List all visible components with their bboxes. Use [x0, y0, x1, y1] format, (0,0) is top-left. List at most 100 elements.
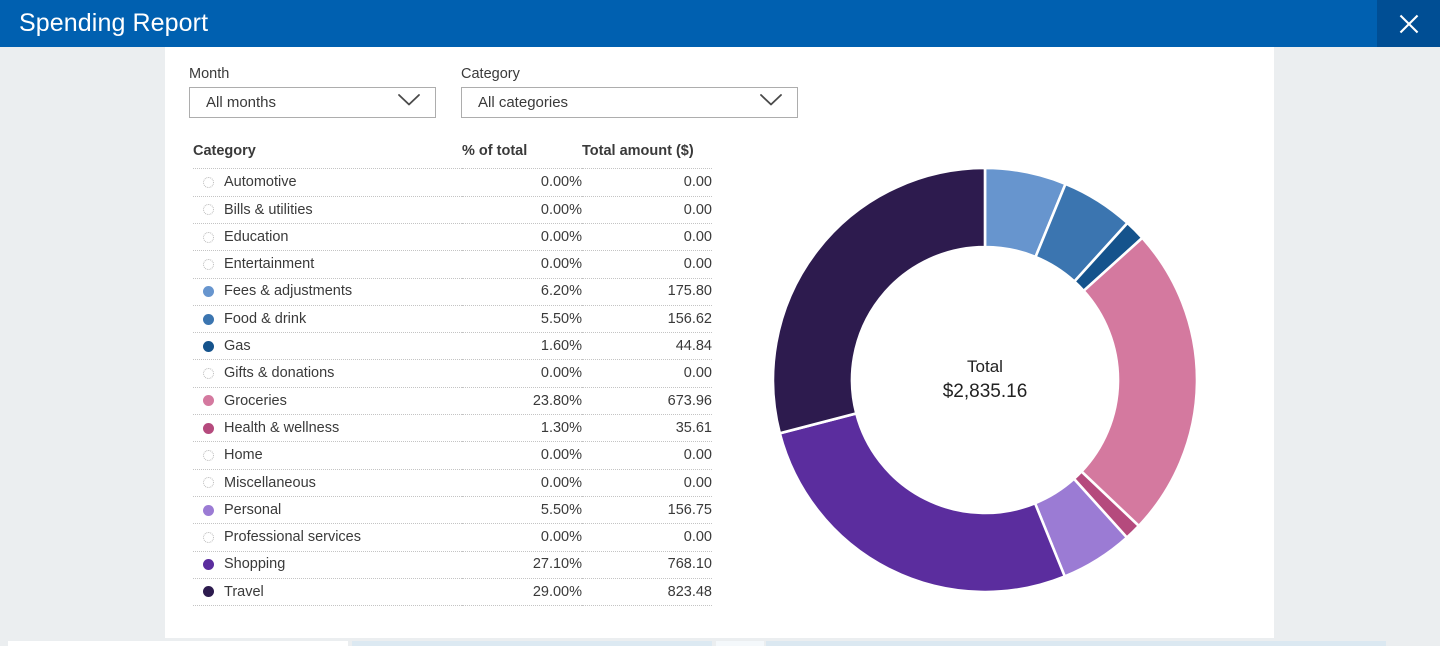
month-filter-label: Month — [189, 66, 230, 82]
close-icon — [1398, 13, 1420, 35]
cell-percent-of-total: 1.30% — [462, 414, 582, 443]
cell-category: Shopping — [193, 551, 462, 579]
table-row[interactable]: Miscellaneous 0.00% 0.00 — [193, 469, 712, 497]
category-color-swatch — [203, 258, 214, 270]
category-color-swatch — [203, 531, 214, 543]
bottom-strip-chip — [716, 641, 764, 646]
table-row[interactable]: Automotive 0.00% 0.00 — [193, 168, 712, 197]
bottom-strip-chip — [8, 641, 348, 646]
table-row[interactable]: Home 0.00% 0.00 — [193, 441, 712, 470]
chevron-down-icon — [759, 93, 783, 112]
cell-percent-of-total: 6.20% — [462, 278, 582, 306]
cell-category: Bills & utilities — [193, 196, 462, 224]
cell-percent-of-total: 23.80% — [462, 387, 582, 416]
cell-category: Automotive — [193, 168, 462, 197]
cell-percent-of-total: 0.00% — [462, 223, 582, 252]
spending-report-window: Spending Report Month All months Categor… — [0, 0, 1440, 646]
cell-category: Travel — [193, 578, 462, 607]
spending-table-body: Automotive 0.00% 0.00 Bills & utilities 0.00… — [193, 168, 712, 607]
donut-segment[interactable] — [1079, 236, 1199, 528]
category-label: Travel — [224, 583, 264, 600]
cell-total-amount: 0.00 — [582, 250, 712, 279]
category-label: Home — [224, 447, 263, 464]
month-select-value: All months — [206, 94, 277, 112]
category-color-swatch — [203, 422, 214, 434]
table-row[interactable]: Health & wellness 1.30% 35.61 — [193, 414, 712, 443]
month-select[interactable]: All months — [189, 87, 436, 119]
category-filter-group: Category All categories — [461, 66, 798, 119]
category-label: Bills & utilities — [224, 201, 313, 218]
cell-total-amount: 156.75 — [582, 496, 712, 525]
category-color-swatch — [203, 313, 214, 325]
cell-category: Gas — [193, 332, 462, 361]
cell-total-amount: 768.10 — [582, 551, 712, 579]
cell-category: Education — [193, 223, 462, 252]
cell-percent-of-total: 0.00% — [462, 469, 582, 497]
table-row[interactable]: Bills & utilities 0.00% 0.00 — [193, 196, 712, 224]
table-row[interactable]: Shopping 27.10% 768.10 — [193, 551, 712, 579]
category-color-swatch — [203, 177, 214, 189]
cell-total-amount: 823.48 — [582, 578, 712, 607]
table-row[interactable]: Professional services 0.00% 0.00 — [193, 523, 712, 552]
table-row[interactable]: Gas 1.60% 44.84 — [193, 332, 712, 361]
category-color-swatch — [203, 340, 214, 352]
header-category: Category — [193, 143, 256, 159]
table-row[interactable]: Groceries 23.80% 673.96 — [193, 387, 712, 416]
cell-percent-of-total: 0.00% — [462, 250, 582, 279]
category-label: Education — [224, 228, 289, 245]
cell-category: Fees & adjustments — [193, 278, 462, 306]
cell-category: Entertainment — [193, 250, 462, 279]
table-row[interactable]: Fees & adjustments 6.20% 175.80 — [193, 278, 712, 306]
cell-total-amount: 44.84 — [582, 332, 712, 361]
cell-category: Food & drink — [193, 305, 462, 334]
close-button[interactable] — [1377, 0, 1440, 47]
spending-table: Category % of total Total amount ($) Aut… — [193, 143, 712, 607]
table-row[interactable]: Education 0.00% 0.00 — [193, 223, 712, 252]
table-row[interactable]: Food & drink 5.50% 156.62 — [193, 305, 712, 334]
spending-donut-chart: Total $2,835.16 — [771, 166, 1199, 594]
category-label: Miscellaneous — [224, 474, 316, 491]
category-color-swatch — [203, 231, 214, 243]
cell-total-amount: 0.00 — [582, 168, 712, 197]
table-row[interactable]: Entertainment 0.00% 0.00 — [193, 250, 712, 279]
cell-total-amount: 156.62 — [582, 305, 712, 334]
category-label: Shopping — [224, 556, 286, 573]
spending-table-head: Category % of total Total amount ($) — [193, 143, 712, 169]
table-header-row: Category % of total Total amount ($) — [193, 143, 712, 169]
category-select[interactable]: All categories — [461, 87, 798, 119]
table-row[interactable]: Gifts & donations 0.00% 0.00 — [193, 359, 712, 388]
cell-total-amount: 0.00 — [582, 196, 712, 224]
window-title-bar: Spending Report — [0, 0, 1440, 47]
cell-percent-of-total: 0.00% — [462, 441, 582, 470]
category-label: Groceries — [224, 392, 287, 409]
table-row[interactable]: Personal 5.50% 156.75 — [193, 496, 712, 525]
cell-percent-of-total: 0.00% — [462, 168, 582, 197]
cell-total-amount: 35.61 — [582, 414, 712, 443]
cell-category: Groceries — [193, 387, 462, 416]
category-label: Professional services — [224, 529, 361, 546]
cell-total-amount: 0.00 — [582, 359, 712, 388]
cell-category: Gifts & donations — [193, 359, 462, 388]
cell-total-amount: 0.00 — [582, 469, 712, 497]
header-total-amount: Total amount ($) — [582, 143, 694, 159]
cell-percent-of-total: 29.00% — [462, 578, 582, 607]
cell-category: Professional services — [193, 523, 462, 552]
cell-total-amount: 175.80 — [582, 278, 712, 306]
cell-category: Miscellaneous — [193, 469, 462, 497]
table-row[interactable]: Travel 29.00% 823.48 — [193, 578, 712, 607]
category-color-swatch — [203, 450, 214, 461]
cell-percent-of-total: 5.50% — [462, 305, 582, 334]
category-color-swatch — [203, 477, 214, 489]
filter-bar: Month All months Category All categories — [189, 66, 798, 119]
bottom-strip-chip — [766, 641, 1386, 646]
category-label: Personal — [224, 501, 282, 518]
category-select-value: All categories — [478, 94, 569, 112]
cell-total-amount: 0.00 — [582, 441, 712, 470]
cell-percent-of-total: 1.60% — [462, 332, 582, 361]
category-color-swatch — [203, 395, 214, 407]
donut-segment[interactable] — [771, 166, 987, 435]
cell-category: Health & wellness — [193, 414, 462, 443]
donut-segment[interactable] — [778, 411, 1067, 594]
cell-total-amount: 673.96 — [582, 387, 712, 416]
bottom-strip — [0, 638, 1440, 646]
